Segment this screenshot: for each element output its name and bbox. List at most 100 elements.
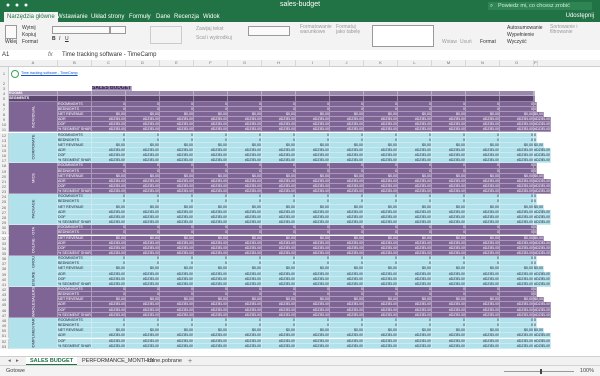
segment-label[interactable]: WHOLESALERS <box>9 287 58 318</box>
zoom-slider[interactable] <box>504 371 574 372</box>
column-header[interactable]: E <box>160 60 194 66</box>
segment-name: WHOLESALERS <box>30 287 36 318</box>
tab-insert[interactable]: Wstawianie <box>54 12 91 22</box>
bold-button[interactable]: B <box>52 36 56 42</box>
search-input[interactable]: ⌕ Powiedz mi, co chcesz zrobić <box>488 2 592 10</box>
insert-button[interactable]: Wstaw <box>442 39 457 45</box>
sort-filter-button[interactable]: Sortowanie i filtrowanie <box>550 25 590 35</box>
value-cell[interactable]: #DZIEL/0! <box>126 343 160 349</box>
segment-name: INDIVIDUAL <box>30 105 36 128</box>
column-header[interactable]: B <box>58 60 92 66</box>
value-cell[interactable]: #DZIEL/0! <box>194 343 228 349</box>
column-header[interactable]: C <box>92 60 126 66</box>
spreadsheet-grid[interactable]: ABCDEFGHIJKLMNOP 1 Time tracking software… <box>0 60 600 356</box>
segment-label[interactable]: LEISURE - GROUP <box>9 256 58 287</box>
segment-label[interactable]: CORPORATE <box>9 132 58 164</box>
column-header[interactable]: K <box>364 60 398 66</box>
segment-name: LEISURE - GROUP <box>30 256 36 287</box>
fill-button[interactable]: Wypełnienie <box>507 32 534 38</box>
value-cell[interactable]: #DZIEL/0! <box>160 343 194 349</box>
number-format-select[interactable] <box>248 26 290 36</box>
title-bar: ● ● ● sales-budget ⌕ Powiedz mi, co chce… <box>0 0 600 12</box>
column-header[interactable]: A <box>9 60 58 66</box>
share-label: Udostępnij <box>565 13 594 19</box>
value-cell[interactable]: #DZIEL/0! <box>432 343 466 349</box>
column-header[interactable]: J <box>330 60 364 66</box>
font-size-select[interactable] <box>110 26 126 34</box>
value-cell[interactable]: #DZIEL/0! <box>262 343 296 349</box>
conditional-format-button[interactable]: Formatowanie warunkowe <box>300 25 332 35</box>
tab-page-layout[interactable]: Układ strony <box>88 12 127 22</box>
delete-button[interactable]: Usuń <box>460 39 472 45</box>
value-cell[interactable]: #DZIEL/0! <box>92 343 126 349</box>
column-header[interactable]: G <box>228 60 262 66</box>
value-cell[interactable]: #DZIEL/0! <box>330 343 364 349</box>
zoom-level[interactable]: 100% <box>580 367 594 375</box>
timecamp-logo-icon <box>11 70 19 78</box>
segment-name: ONLINE - OTA <box>30 226 36 254</box>
segment-label[interactable]: PACKAGE <box>9 194 58 226</box>
row-header[interactable]: 53 <box>0 343 9 349</box>
zoom-slider-handle[interactable] <box>540 369 542 374</box>
paste-label: Wklej <box>5 39 18 45</box>
ribbon: Wklej Wytnij Kopiuj Format B I U Zawijaj… <box>0 22 600 51</box>
tab-view[interactable]: Widok <box>200 12 223 22</box>
tab-formulas[interactable]: Formuły <box>126 12 154 22</box>
value-cell[interactable]: #DZIEL/0! <box>534 343 552 349</box>
column-header[interactable]: D <box>126 60 160 66</box>
wrap-text-button[interactable]: Zawijaj tekst <box>196 26 224 32</box>
column-header[interactable]: I <box>296 60 330 66</box>
column-header[interactable]: F <box>194 60 228 66</box>
fx-icon[interactable]: fx <box>48 50 53 60</box>
segment-label[interactable]: MICE <box>9 163 58 195</box>
column-header[interactable]: L <box>398 60 432 66</box>
column-header[interactable]: P <box>534 60 538 66</box>
status-bar: Gotowe 100% <box>0 365 600 376</box>
value-cell[interactable]: #DZIEL/0! <box>500 343 534 349</box>
segment-label[interactable]: COMPLIMENTARY <box>9 317 58 349</box>
metric-label[interactable]: % SEGMENT SHARE <box>58 343 92 349</box>
merge-center-button[interactable]: Scal i wyśrodkuj <box>196 35 232 41</box>
cut-button[interactable]: Wytnij <box>22 25 36 31</box>
segment-label[interactable]: INDIVIDUAL <box>9 101 58 133</box>
status-ready: Gotowe <box>6 368 25 374</box>
autosum-button[interactable]: Autosumowanie <box>507 25 543 31</box>
name-box[interactable]: A1 <box>2 51 42 59</box>
value-cell[interactable]: #DZIEL/0! <box>296 343 330 349</box>
segment-name: COMPLIMENTARY <box>30 317 36 349</box>
tab-review[interactable]: Recenzja <box>171 12 202 22</box>
underline-button[interactable]: U <box>65 36 69 42</box>
search-placeholder: Powiedz mi, co chcesz zrobić <box>498 3 570 9</box>
value-cell[interactable]: #DZIEL/0! <box>398 343 432 349</box>
value-cell[interactable]: #DZIEL/0! <box>364 343 398 349</box>
clear-button[interactable]: Wyczyść <box>507 39 527 45</box>
formula-input[interactable]: Time tracking software - TimeCamp <box>62 50 156 60</box>
share-button[interactable]: Udostępnij <box>566 13 594 19</box>
column-header[interactable]: O <box>500 60 534 66</box>
cell-styles-gallery[interactable] <box>372 25 434 47</box>
format-painter-button[interactable]: Format <box>22 39 38 45</box>
value-cell[interactable]: #DZIEL/0! <box>466 343 500 349</box>
row-header[interactable]: 1 <box>0 67 9 81</box>
search-icon: ⌕ <box>490 3 494 9</box>
column-header[interactable]: N <box>466 60 500 66</box>
column-header[interactable]: H <box>262 60 296 66</box>
segment-label[interactable]: ONLINE - OTA <box>9 225 58 257</box>
paste-icon[interactable] <box>5 25 17 39</box>
tab-home[interactable]: Narzędzia główne <box>4 12 58 22</box>
copy-button[interactable]: Kopiuj <box>22 32 36 38</box>
font-family-select[interactable] <box>52 26 110 34</box>
column-header[interactable]: M <box>432 60 466 66</box>
segment-name: PACKAGE <box>30 199 36 219</box>
column-headers: ABCDEFGHIJKLMNOP <box>0 60 600 67</box>
alignment-group[interactable] <box>150 26 182 44</box>
segment-name: MICE <box>30 173 36 184</box>
ribbon-tabs: Narzędzia główne Wstawianie Układ strony… <box>0 12 600 22</box>
format-cells-button[interactable]: Format <box>480 39 496 45</box>
italic-button[interactable]: I <box>59 36 60 42</box>
segment-name: CORPORATE <box>30 134 36 160</box>
format-as-table-button[interactable]: Formatuj jako tabelę <box>336 25 366 35</box>
timecamp-link-cell[interactable]: Time tracking software - TimeCamp <box>9 67 92 81</box>
value-cell[interactable]: #DZIEL/0! <box>228 343 262 349</box>
timecamp-link[interactable]: Time tracking software - TimeCamp <box>21 71 78 76</box>
